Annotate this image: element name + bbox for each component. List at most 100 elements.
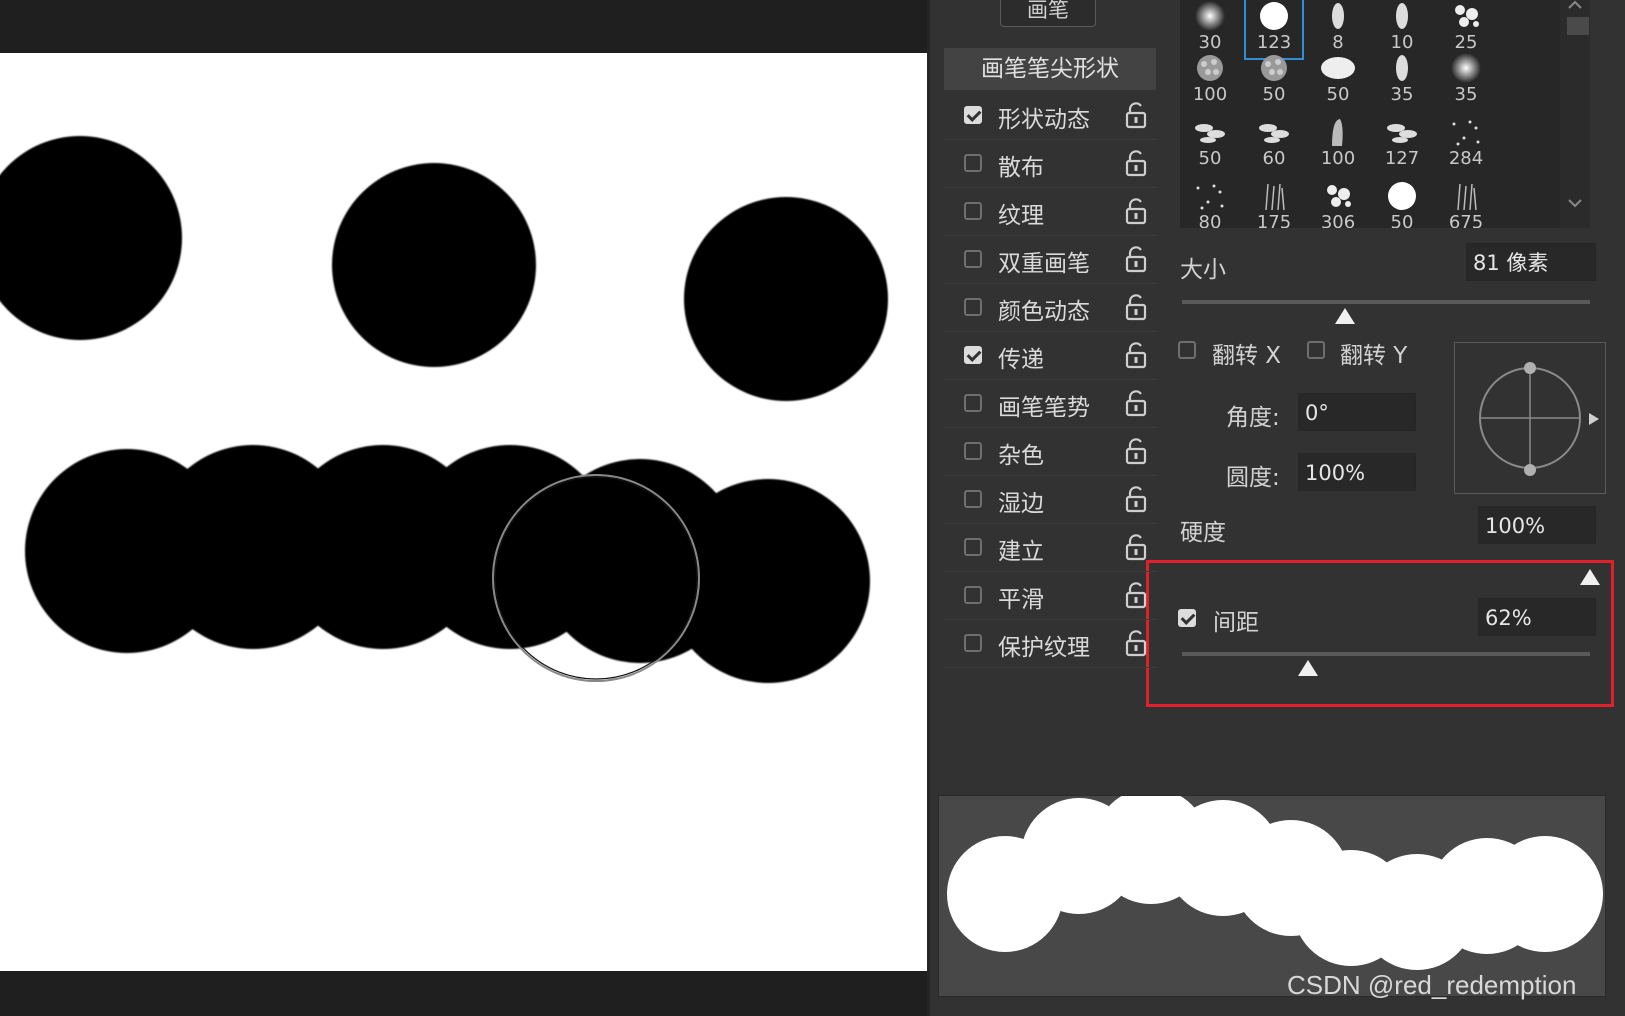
- brush-preset[interactable]: 175: [1244, 176, 1304, 228]
- brush-size-label: 60: [1262, 148, 1286, 169]
- flip-y-label: 翻转 Y: [1340, 343, 1408, 369]
- canvas-area: [0, 0, 927, 1016]
- brush-preset[interactable]: 127: [1372, 112, 1432, 176]
- brush-tip-icon: [1320, 0, 1356, 32]
- brush-presets-grid: 30 123 8 10 25 100 50 50 35 35 50 60 100 127 284 80 175 3…: [1180, 0, 1570, 228]
- lock-icon[interactable]: [1124, 101, 1148, 129]
- brush-size-label: 100: [1320, 148, 1356, 169]
- brush-option-checkbox[interactable]: [964, 394, 982, 412]
- flip-y-checkbox[interactable]: [1307, 341, 1325, 359]
- brush-tip-icon: [1192, 180, 1228, 212]
- brush-option-row[interactable]: 传递: [944, 332, 1156, 378]
- brush-preset[interactable]: 50: [1308, 48, 1368, 112]
- brush-option-checkbox[interactable]: [964, 490, 982, 508]
- brush-option-label: 保护纹理: [998, 635, 1090, 661]
- brush-preset[interactable]: 50: [1372, 176, 1432, 228]
- lock-icon[interactable]: [1124, 245, 1148, 273]
- brush-option-label: 颜色动态: [998, 299, 1090, 325]
- lock-icon[interactable]: [1124, 389, 1148, 417]
- document-canvas[interactable]: [0, 53, 927, 971]
- brush-preset[interactable]: 50: [1180, 112, 1240, 176]
- canvas-strokes: [0, 136, 888, 683]
- lock-icon[interactable]: [1124, 437, 1148, 465]
- brush-tip-icon: [1384, 180, 1420, 212]
- brush-preset[interactable]: 35: [1436, 48, 1496, 112]
- brush-option-row[interactable]: 纹理: [944, 188, 1156, 234]
- brush-tip-icon: [1384, 0, 1420, 32]
- brush-option-row[interactable]: 画笔笔势: [944, 380, 1156, 426]
- brush-size-label: 50: [1326, 84, 1350, 105]
- brush-preset[interactable]: 675: [1436, 176, 1496, 228]
- brush-tip-icon: [1320, 180, 1356, 212]
- brush-preset[interactable]: 100: [1308, 112, 1368, 176]
- lock-icon[interactable]: [1124, 581, 1148, 609]
- lock-icon[interactable]: [1124, 197, 1148, 225]
- brush-option-label: 平滑: [998, 587, 1044, 613]
- brush-preset[interactable]: 35: [1372, 48, 1432, 112]
- flip-x-checkbox[interactable]: [1178, 341, 1196, 359]
- brush-tip-icon: [1256, 180, 1292, 212]
- brush-option-checkbox[interactable]: [964, 202, 982, 220]
- brush-size-label: 100: [1192, 84, 1228, 105]
- brush-option-row[interactable]: 双重画笔: [944, 236, 1156, 282]
- brush-preset[interactable]: 306: [1308, 176, 1368, 228]
- lock-icon[interactable]: [1124, 485, 1148, 513]
- hardness-input[interactable]: 100%: [1478, 506, 1596, 544]
- brush-option-row[interactable]: 杂色: [944, 428, 1156, 474]
- angle-roundness-dial[interactable]: [1454, 342, 1606, 494]
- lock-icon[interactable]: [1124, 533, 1148, 561]
- brush-option-checkbox[interactable]: [964, 346, 982, 364]
- brush-option-row[interactable]: 形状动态: [944, 92, 1156, 138]
- brush-size-label: 50: [1390, 212, 1414, 228]
- brush-preset[interactable]: 50: [1244, 48, 1304, 112]
- brush-option-label: 形状动态: [998, 107, 1090, 133]
- brush-preset[interactable]: 284: [1436, 112, 1496, 176]
- brush-option-checkbox[interactable]: [964, 634, 982, 652]
- scroll-thumb[interactable]: [1567, 17, 1589, 35]
- size-input[interactable]: 81 像素: [1466, 243, 1596, 281]
- brush-option-checkbox[interactable]: [964, 154, 982, 172]
- brush-size-label: 80: [1198, 212, 1222, 228]
- brush-tab-button[interactable]: 画笔: [1000, 0, 1096, 27]
- lock-icon[interactable]: [1124, 149, 1148, 177]
- brush-preset[interactable]: 80: [1180, 176, 1240, 228]
- brush-option-row[interactable]: 颜色动态: [944, 284, 1156, 330]
- angle-label: 角度:: [1226, 405, 1280, 431]
- brush-option-checkbox[interactable]: [964, 298, 982, 316]
- size-slider-track[interactable]: [1182, 300, 1590, 304]
- brush-option-label: 建立: [998, 539, 1044, 565]
- stamp-2: [332, 163, 536, 367]
- brush-option-row[interactable]: 湿边: [944, 476, 1156, 522]
- brush-tip-icon: [1192, 0, 1228, 32]
- brush-size-label: 127: [1384, 148, 1420, 169]
- brush-option-checkbox[interactable]: [964, 442, 982, 460]
- brush-option-row[interactable]: 平滑: [944, 572, 1156, 618]
- lock-icon[interactable]: [1124, 341, 1148, 369]
- brush-preset[interactable]: 60: [1244, 112, 1304, 176]
- lock-icon[interactable]: [1124, 293, 1148, 321]
- brush-tip-icon: [1448, 0, 1484, 32]
- brush-option-checkbox[interactable]: [964, 538, 982, 556]
- brush-option-checkbox[interactable]: [964, 106, 982, 124]
- brush-tip-icon: [1192, 116, 1228, 148]
- brush-tip-icon: [1192, 52, 1228, 84]
- brush-option-row[interactable]: 散布: [944, 140, 1156, 186]
- brush-option-label: 散布: [998, 155, 1044, 181]
- brush-tip-icon: [1320, 116, 1356, 148]
- brush-size-label: 306: [1320, 212, 1356, 228]
- brush-option-row[interactable]: 保护纹理: [944, 620, 1156, 666]
- size-slider-handle[interactable]: [1335, 308, 1356, 324]
- brush-tip-icon: [1448, 180, 1484, 212]
- lock-icon[interactable]: [1124, 629, 1148, 657]
- brush-tip-icon: [1384, 116, 1420, 148]
- angle-input[interactable]: 0°: [1298, 393, 1416, 431]
- roundness-input[interactable]: 100%: [1298, 453, 1416, 491]
- brush-size-label: 175: [1256, 212, 1292, 228]
- brush-preset[interactable]: 100: [1180, 48, 1240, 112]
- brush-option-checkbox[interactable]: [964, 586, 982, 604]
- brush-tip-shape-header[interactable]: 画笔笔尖形状: [944, 48, 1156, 90]
- brush-option-checkbox[interactable]: [964, 250, 982, 268]
- brush-size-label: 50: [1198, 148, 1222, 169]
- brush-option-label: 湿边: [998, 491, 1044, 517]
- brush-option-row[interactable]: 建立: [944, 524, 1156, 570]
